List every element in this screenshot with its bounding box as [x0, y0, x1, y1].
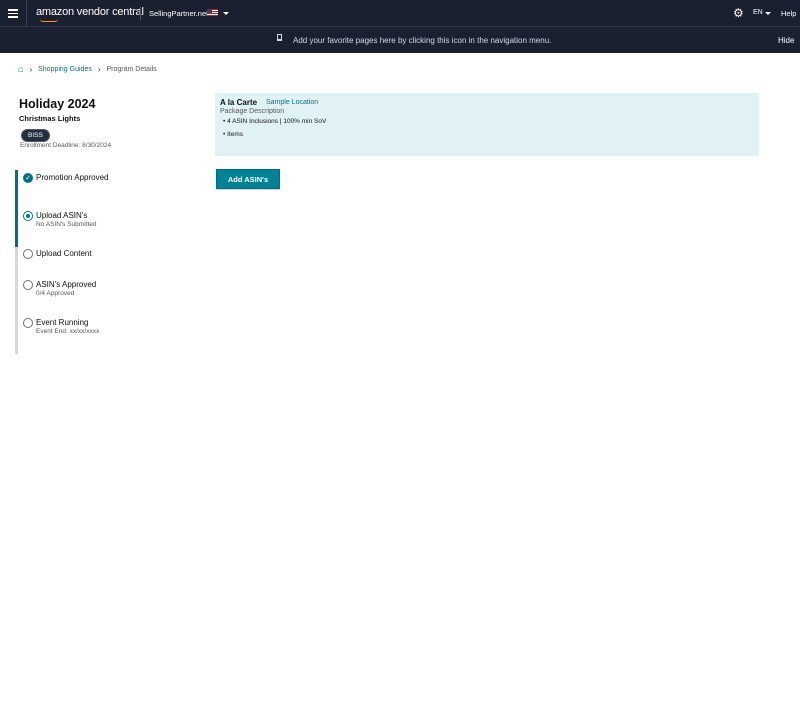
add-asins-button[interactable]: Add ASIN's [216, 169, 280, 189]
favorites-bar: Add your favorite pages here by clicking… [0, 27, 800, 53]
bullet-text: 4 ASIN Inclusions | 100% min SoV [227, 118, 327, 125]
check-circle-icon: ✓ [23, 173, 33, 183]
marketplace-selector[interactable]: SellingPartner.net [149, 9, 208, 18]
progress-rail-fill [15, 170, 18, 247]
gear-icon[interactable]: ⚙ [733, 7, 744, 19]
bookmark-icon [277, 34, 282, 41]
radio-selected-icon [23, 211, 33, 221]
home-icon[interactable]: ⌂ [18, 64, 23, 74]
favorites-message: Add your favorite pages here by clicking… [293, 36, 552, 45]
logo-smile-icon [40, 19, 58, 22]
step-description: Event End: xx/xx/xxxx [36, 328, 100, 335]
radio-empty-icon [23, 318, 33, 328]
step-label: Event Running [36, 318, 89, 327]
radio-empty-icon [23, 280, 33, 290]
step-label: Upload ASIN's [36, 211, 88, 220]
step-label: Promotion Approved [36, 173, 109, 182]
breadcrumb-program-details: Program Details [106, 65, 157, 73]
step-label: ASIN's Approved [36, 280, 97, 289]
package-description: Package Description [220, 108, 285, 115]
page-title: Holiday 2024 [19, 97, 96, 111]
sample-location-link[interactable]: Sample Location [266, 99, 318, 106]
help-link[interactable]: Help [781, 9, 796, 18]
hide-button[interactable]: Hide [778, 36, 794, 45]
bullet-text: Items [227, 131, 243, 138]
chevron-right-icon: › [97, 64, 101, 74]
list-item: • Items [223, 131, 243, 138]
divider [140, 7, 141, 20]
divider [26, 0, 27, 27]
step-label: Upload Content [36, 249, 92, 258]
package-title: A la Carte [220, 98, 258, 107]
us-flag-icon[interactable] [207, 9, 218, 16]
chevron-down-icon[interactable] [765, 12, 771, 15]
logo[interactable]: amazon vendor central [36, 6, 144, 18]
list-item: • 4 ASIN Inclusions | 100% min SoV [223, 118, 327, 125]
chevron-down-icon[interactable] [223, 12, 229, 15]
hamburger-menu-icon[interactable] [8, 9, 18, 20]
step-description: No ASIN's Submitted [36, 221, 97, 228]
breadcrumb: ⌂ › Shopping Guides › Program Details [18, 64, 157, 74]
package-panel: A la Carte Sample Location Package Descr… [215, 93, 759, 156]
breadcrumb-shopping-guides[interactable]: Shopping Guides [38, 66, 92, 73]
step-description: 0/4 Approved [36, 290, 75, 297]
chevron-right-icon: › [29, 64, 33, 74]
status-badge: BISS [21, 129, 50, 142]
program-subtitle: Christmas Lights [19, 114, 81, 123]
enrollment-deadline: Enrollment Deadline: 8/30/2024 [20, 142, 112, 149]
language-selector[interactable]: EN [753, 9, 763, 16]
top-nav: amazon vendor central SellingPartner.net… [0, 0, 800, 27]
radio-empty-icon [23, 249, 33, 259]
